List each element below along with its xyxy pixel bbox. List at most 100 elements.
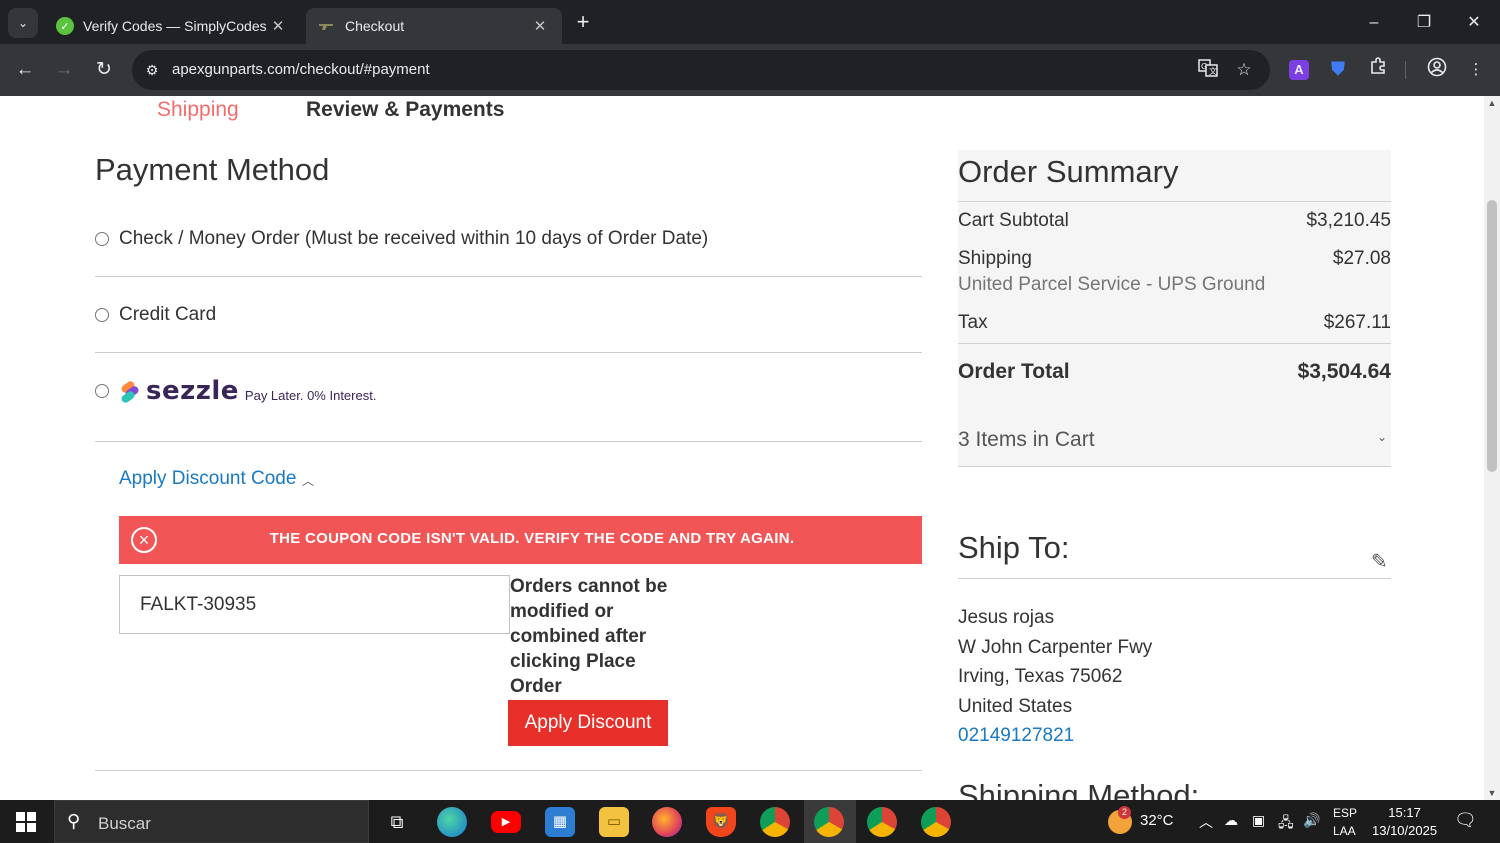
apexgunparts-favicon-icon xyxy=(318,21,336,31)
radio-credit-card[interactable] xyxy=(95,308,109,322)
shipping-label: Shipping xyxy=(958,248,1032,269)
radio-sezzle[interactable] xyxy=(95,384,109,398)
order-total-value: $3,504.64 xyxy=(1297,360,1391,383)
restore-button[interactable]: ❐ xyxy=(1401,8,1447,38)
items-in-cart-toggle[interactable]: 3 Items in Cart xyxy=(958,428,1095,452)
edge-icon[interactable] xyxy=(437,807,467,837)
system-clock[interactable]: 15:17 13/10/2025 xyxy=(1372,804,1437,840)
firefox-icon[interactable] xyxy=(652,807,682,837)
apply-discount-button[interactable]: Apply Discount xyxy=(508,700,668,746)
step-shipping[interactable]: Shipping xyxy=(157,98,239,122)
divider xyxy=(95,352,922,353)
close-window-button[interactable]: ✕ xyxy=(1451,8,1497,38)
site-info-icon[interactable]: ⚙ xyxy=(142,60,162,80)
taskbar-search-placeholder: Buscar xyxy=(98,814,151,833)
tab-close-icon[interactable]: ✕ xyxy=(268,17,288,35)
extension-a-icon[interactable]: A xyxy=(1289,60,1309,80)
payment-option-sezzle[interactable]: sezzle Pay Later. 0% Interest. xyxy=(95,376,376,406)
extension-shield-icon[interactable]: ⛊ xyxy=(1325,57,1351,83)
chevron-up-icon[interactable]: ︿ xyxy=(302,472,314,489)
clock-time: 15:17 xyxy=(1388,805,1421,820)
keyboard-layout: LAA xyxy=(1333,824,1356,838)
divider xyxy=(958,343,1391,344)
scroll-down-arrow-icon[interactable]: ▼ xyxy=(1484,788,1500,798)
order-total-label: Order Total xyxy=(958,360,1070,383)
clock-date: 13/10/2025 xyxy=(1372,823,1438,838)
forward-button[interactable]: → xyxy=(49,55,79,85)
bookmark-star-icon[interactable]: ☆ xyxy=(1231,58,1257,82)
payment-option-credit-card[interactable]: Credit Card xyxy=(95,304,216,326)
scroll-up-arrow-icon[interactable]: ▲ xyxy=(1484,98,1500,108)
reload-button[interactable]: ↻ xyxy=(89,55,119,85)
order-summary: Order Summary Cart Subtotal $3,210.45 Sh… xyxy=(958,150,1391,467)
cart-subtotal-value: $3,210.45 xyxy=(1306,210,1391,231)
extensions-puzzle-icon[interactable] xyxy=(1365,57,1391,83)
minimize-button[interactable]: – xyxy=(1351,8,1397,38)
url-text[interactable]: apexgunparts.com/checkout/#payment xyxy=(172,61,430,78)
task-view-icon[interactable]: ⧉ xyxy=(382,807,412,837)
edit-pencil-icon[interactable]: ✎ xyxy=(1371,549,1388,574)
ship-to-phone[interactable]: 02149127821 xyxy=(958,725,1074,747)
sezzle-wordmark: sezzle xyxy=(146,376,239,406)
tax-row: Tax $267.11 xyxy=(958,312,1391,334)
weather-badge: 2 xyxy=(1118,806,1131,819)
notifications-icon[interactable]: 🗨 xyxy=(1454,810,1477,831)
windows-taskbar: ⚲ Buscar ⧉ ▶ ▦ ▭ 🦁 2 32°C ︿ ☁ ▣ 🖧 🔊 ESP … xyxy=(0,800,1500,843)
cart-subtotal-row: Cart Subtotal $3,210.45 xyxy=(958,210,1391,232)
shipping-method-title: Shipping Method: xyxy=(958,778,1200,800)
menu-kebab-icon[interactable]: ⋮ xyxy=(1463,57,1489,83)
page-scrollbar[interactable]: ▲ ▼ xyxy=(1484,96,1500,800)
microsoft-store-icon[interactable]: ▦ xyxy=(545,807,575,837)
chrome-active-icon[interactable] xyxy=(814,807,844,837)
checkout-page: Shipping Review & Payments Payment Metho… xyxy=(0,96,1484,800)
order-summary-title: Order Summary xyxy=(958,154,1179,189)
network-icon[interactable]: 🖧 xyxy=(1278,812,1294,836)
chrome-profile-j2-icon[interactable] xyxy=(921,807,951,837)
hidden-icons-chevron-icon[interactable]: ︿ xyxy=(1199,812,1213,832)
payment-method-title: Payment Method xyxy=(95,152,330,187)
tab-search-chevron-icon[interactable]: ⌄ xyxy=(8,8,38,38)
youtube-icon[interactable]: ▶ xyxy=(491,811,521,833)
search-icon: ⚲ xyxy=(67,811,81,831)
chevron-down-icon[interactable]: ⌄ xyxy=(1377,430,1387,444)
svg-text:G: G xyxy=(1201,62,1207,71)
chrome-profile-g-icon[interactable] xyxy=(867,807,897,837)
payment-option-check-money-order[interactable]: Check / Money Order (Must be received wi… xyxy=(95,228,708,250)
simplycodes-favicon-icon: ✓ xyxy=(56,17,74,35)
divider xyxy=(958,578,1391,579)
tax-value: $267.11 xyxy=(1323,312,1391,333)
profile-icon[interactable] xyxy=(1424,57,1450,83)
language-indicator[interactable]: ESP LAA xyxy=(1333,804,1357,840)
onedrive-cloud-icon[interactable]: ☁ xyxy=(1224,812,1238,829)
apply-discount-code-toggle[interactable]: Apply Discount Code xyxy=(119,468,296,490)
divider xyxy=(95,770,922,771)
radio-check-money-order[interactable] xyxy=(95,232,109,246)
tax-label: Tax xyxy=(958,312,988,333)
address-bar[interactable]: ⚙ apexgunparts.com/checkout/#payment 文G … xyxy=(132,50,1270,90)
error-text: THE COUPON CODE ISN'T VALID. VERIFY THE … xyxy=(269,530,795,547)
divider xyxy=(958,466,1391,467)
shipping-row: Shipping $27.08 xyxy=(958,248,1391,270)
taskbar-search[interactable]: ⚲ Buscar xyxy=(54,800,369,843)
scrollbar-thumb[interactable] xyxy=(1487,200,1497,472)
weather-temperature[interactable]: 32°C xyxy=(1140,812,1174,829)
volume-icon[interactable]: 🔊 xyxy=(1303,812,1320,829)
file-explorer-icon[interactable]: ▭ xyxy=(599,807,629,837)
brave-icon[interactable]: 🦁 xyxy=(706,807,736,837)
tab-close-icon[interactable]: ✕ xyxy=(530,17,550,35)
chrome-profile-j-icon[interactable] xyxy=(760,807,790,837)
order-total-row: Order Total $3,504.64 xyxy=(958,360,1391,384)
svg-text:文: 文 xyxy=(1209,66,1217,76)
ship-to-city: Irving, Texas 75062 xyxy=(958,666,1123,687)
tab-verify-codes[interactable]: ✓ Verify Codes — SimplyCodes ✕ xyxy=(44,8,300,44)
discount-code-input[interactable] xyxy=(119,575,510,634)
new-tab-button[interactable]: + xyxy=(570,10,596,36)
shipping-method-name: United Parcel Service - UPS Ground xyxy=(958,274,1266,295)
ship-to-title: Ship To: xyxy=(958,530,1070,565)
back-button[interactable]: ← xyxy=(10,55,40,85)
windows-start-icon[interactable] xyxy=(16,812,36,832)
meet-now-icon[interactable]: ▣ xyxy=(1252,812,1265,829)
tab-checkout[interactable]: Checkout ✕ xyxy=(306,8,562,44)
translate-icon[interactable]: 文G xyxy=(1195,58,1221,82)
sezzle-tagline: Pay Later. 0% Interest. xyxy=(244,387,377,403)
